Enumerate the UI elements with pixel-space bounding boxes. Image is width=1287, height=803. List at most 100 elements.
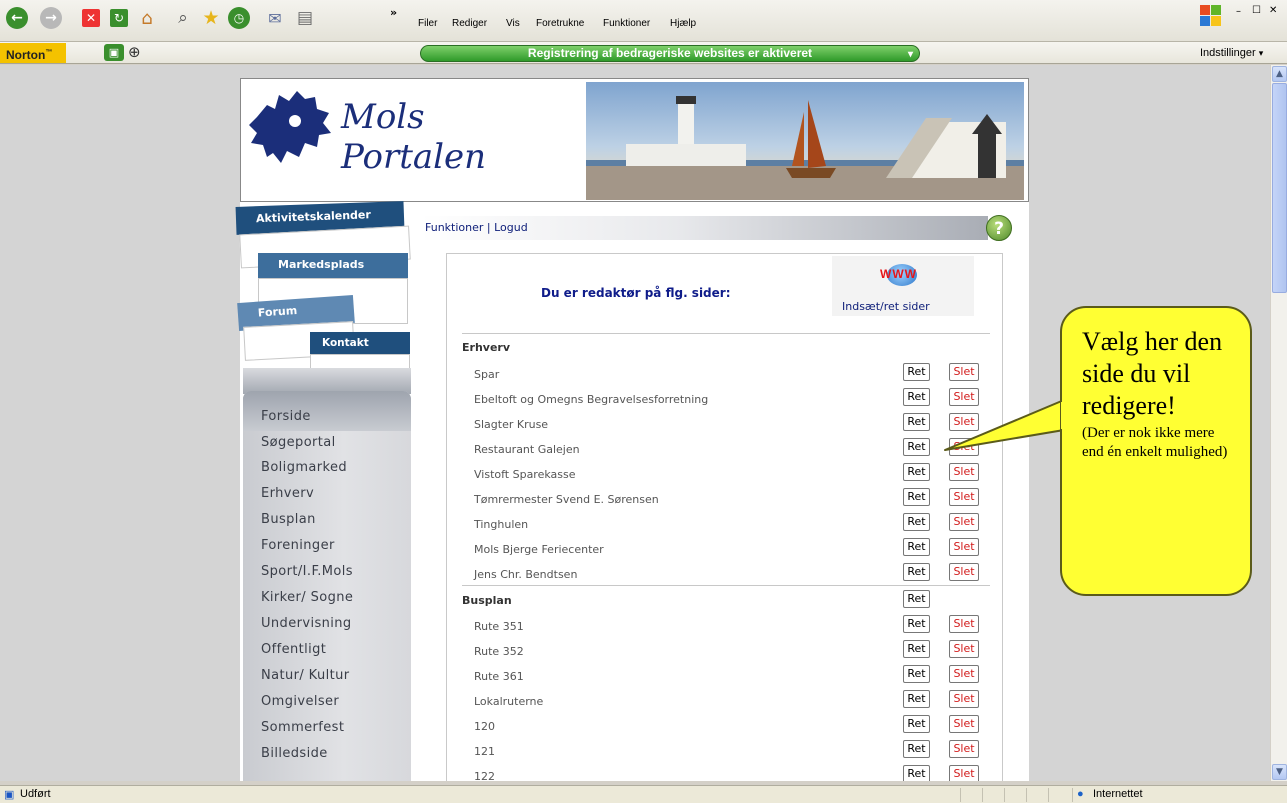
favorites-button[interactable]: ★ bbox=[196, 4, 226, 32]
forward-button[interactable]: → bbox=[36, 4, 66, 32]
list-item-label[interactable]: Spar bbox=[474, 368, 499, 381]
ret-button[interactable]: Ret bbox=[903, 715, 930, 733]
nav-busplan[interactable]: Busplan bbox=[261, 512, 316, 527]
nav-boligmarked[interactable]: Boligmarked bbox=[261, 460, 347, 475]
nav-undervisning[interactable]: Undervisning bbox=[261, 616, 352, 631]
scroll-up-icon[interactable]: ▲ bbox=[1272, 66, 1287, 82]
nav-natur-kultur[interactable]: Natur/ Kultur bbox=[261, 668, 350, 683]
slet-button[interactable]: Slet bbox=[949, 665, 979, 683]
list-item-label[interactable]: Rute 352 bbox=[474, 645, 524, 658]
norton-logo[interactable]: Norton™ bbox=[0, 43, 66, 63]
nav-offentligt[interactable]: Offentligt bbox=[261, 642, 326, 657]
history-button[interactable]: ◷ bbox=[224, 4, 254, 32]
list-item-label[interactable]: Rute 361 bbox=[474, 670, 524, 683]
scroll-down-icon[interactable]: ▼ bbox=[1272, 764, 1287, 780]
slet-button[interactable]: Slet bbox=[949, 690, 979, 708]
slet-button[interactable]: Slet bbox=[949, 488, 979, 506]
search-button[interactable]: ⌕ bbox=[168, 4, 198, 32]
norton-pc-icon[interactable]: ▣ bbox=[104, 44, 124, 61]
list-item-label[interactable]: Rute 351 bbox=[474, 620, 524, 633]
tab-markedsplads[interactable]: Markedsplads bbox=[258, 253, 408, 279]
nav-soegeportal[interactable]: Søgeportal bbox=[261, 435, 336, 450]
list-item-label[interactable]: Mols Bjerge Feriecenter bbox=[474, 543, 604, 556]
list-item-label[interactable]: Tinghulen bbox=[474, 518, 528, 531]
list-item-label[interactable]: Ebeltoft og Omegns Begravelsesforretning bbox=[474, 393, 708, 406]
close-button[interactable]: ✕ bbox=[1269, 5, 1277, 16]
nav-billedside[interactable]: Billedside bbox=[261, 746, 328, 761]
globe-icon[interactable]: ⊕ bbox=[128, 43, 141, 61]
stop-button[interactable]: ✕ bbox=[76, 4, 106, 32]
nav-kirker[interactable]: Kirker/ Sogne bbox=[261, 590, 353, 605]
menu-foretrukne[interactable]: Foretrukne bbox=[536, 18, 584, 29]
ret-button[interactable]: Ret bbox=[903, 690, 930, 708]
slet-button[interactable]: Slet bbox=[949, 463, 979, 481]
ret-button[interactable]: Ret bbox=[903, 590, 930, 608]
ret-button[interactable]: Ret bbox=[903, 413, 930, 431]
nav-sommerfest[interactable]: Sommerfest bbox=[261, 720, 344, 735]
logud-link[interactable]: Logud bbox=[494, 221, 528, 234]
list-item-label[interactable]: Vistoft Sparekasse bbox=[474, 468, 576, 481]
list-item-label[interactable]: 122 bbox=[474, 770, 495, 781]
slet-button[interactable]: Slet bbox=[949, 413, 979, 431]
list-item-label[interactable]: Slagter Kruse bbox=[474, 418, 548, 431]
ret-button[interactable]: Ret bbox=[903, 438, 930, 456]
ret-button[interactable]: Ret bbox=[903, 765, 930, 781]
norton-status-bar[interactable]: Registrering af bedrageriske websites er… bbox=[420, 45, 920, 62]
funktioner-link[interactable]: Funktioner bbox=[425, 221, 483, 234]
tab-kontakt[interactable]: Kontakt bbox=[310, 332, 410, 354]
home-button[interactable]: ⌂ bbox=[132, 4, 162, 32]
nav-forside[interactable]: Forside bbox=[261, 409, 311, 424]
ret-button[interactable]: Ret bbox=[903, 640, 930, 658]
ret-button[interactable]: Ret bbox=[903, 488, 930, 506]
toolbar-overflow-chevron[interactable]: » bbox=[390, 6, 397, 19]
slet-button[interactable]: Slet bbox=[949, 640, 979, 658]
ret-button[interactable]: Ret bbox=[903, 363, 930, 381]
ret-button[interactable]: Ret bbox=[903, 463, 930, 481]
mols-map-logo-icon[interactable] bbox=[247, 87, 337, 167]
slet-button[interactable]: Slet bbox=[949, 563, 979, 581]
back-button[interactable]: ← bbox=[2, 4, 32, 32]
slet-button[interactable]: Slet bbox=[949, 615, 979, 633]
slet-button[interactable]: Slet bbox=[949, 765, 979, 781]
ret-button[interactable]: Ret bbox=[903, 563, 930, 581]
ret-button[interactable]: Ret bbox=[903, 388, 930, 406]
nav-foreninger[interactable]: Foreninger bbox=[261, 538, 335, 553]
ret-button[interactable]: Ret bbox=[903, 538, 930, 556]
slet-button[interactable]: Slet bbox=[949, 538, 979, 556]
vertical-scrollbar[interactable]: ▲ ▼ bbox=[1270, 65, 1287, 781]
list-item-label[interactable]: 120 bbox=[474, 720, 495, 733]
nav-omgivelser[interactable]: Omgivelser bbox=[261, 694, 339, 709]
menu-hjaelp[interactable]: Hjælp bbox=[670, 18, 696, 29]
menu-funktioner[interactable]: Funktioner bbox=[603, 18, 650, 29]
slet-button[interactable]: Slet bbox=[949, 715, 979, 733]
ret-button[interactable]: Ret bbox=[903, 740, 930, 758]
slet-button[interactable]: Slet bbox=[949, 740, 979, 758]
list-item-label[interactable]: Tømrermester Svend E. Sørensen bbox=[474, 493, 659, 506]
menu-rediger[interactable]: Rediger bbox=[452, 18, 487, 29]
slet-button[interactable]: Slet bbox=[949, 363, 979, 381]
print-button[interactable]: ▤ bbox=[290, 4, 320, 32]
slet-button[interactable]: Slet bbox=[949, 513, 979, 531]
list-item-label[interactable]: 121 bbox=[474, 745, 495, 758]
insert-edit-pages-link[interactable]: Indsæt/ret sider bbox=[842, 300, 930, 313]
refresh-button[interactable]: ↻ bbox=[104, 4, 134, 32]
slet-button[interactable]: Slet bbox=[949, 438, 979, 456]
list-item-label[interactable]: Lokalruterne bbox=[474, 695, 543, 708]
help-icon[interactable]: ? bbox=[986, 215, 1012, 241]
minimize-button[interactable]: – bbox=[1236, 6, 1241, 17]
slet-button[interactable]: Slet bbox=[949, 388, 979, 406]
ret-button[interactable]: Ret bbox=[903, 665, 930, 683]
list-item-label[interactable]: Restaurant Galejen bbox=[474, 443, 580, 456]
scrollbar-thumb[interactable] bbox=[1272, 83, 1287, 293]
list-item-label[interactable]: Jens Chr. Bendtsen bbox=[474, 568, 577, 581]
restore-button[interactable]: ☐ bbox=[1252, 5, 1261, 16]
ret-button[interactable]: Ret bbox=[903, 615, 930, 633]
settings-menu[interactable]: Indstillinger ▾ bbox=[1200, 47, 1263, 59]
menu-filer[interactable]: Filer bbox=[418, 18, 437, 29]
nav-erhverv[interactable]: Erhverv bbox=[261, 486, 314, 501]
nav-sport[interactable]: Sport/I.F.Mols bbox=[261, 564, 353, 579]
mail-button[interactable]: ✉ bbox=[260, 4, 290, 32]
ret-button[interactable]: Ret bbox=[903, 513, 930, 531]
section-title-busplan: Busplan bbox=[462, 594, 512, 607]
menu-vis[interactable]: Vis bbox=[506, 18, 520, 29]
